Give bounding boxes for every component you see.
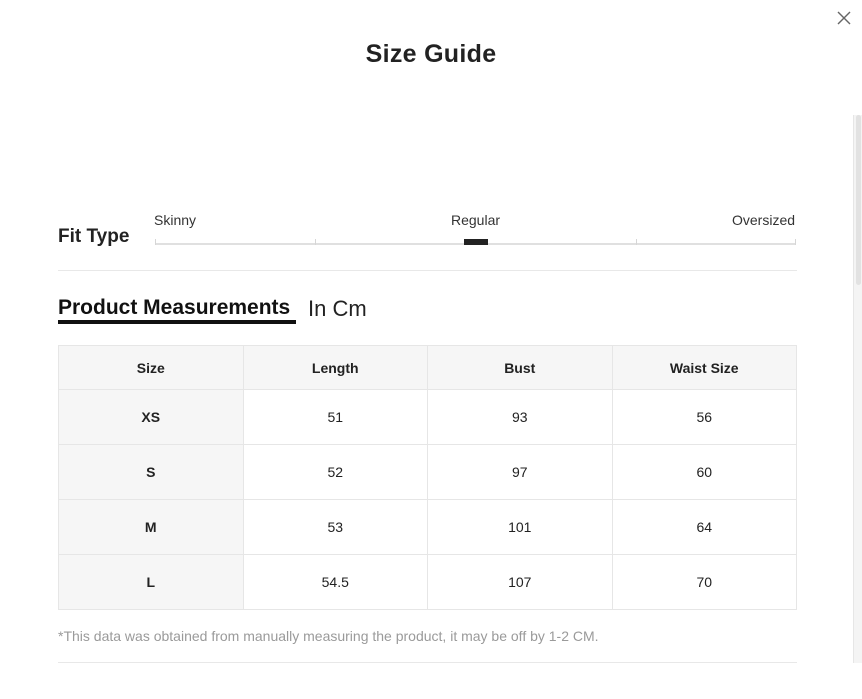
fit-option-regular: Regular: [451, 212, 501, 228]
bust-cell: 93: [427, 389, 613, 445]
divider: [58, 270, 797, 271]
fit-type-label: Fit Type: [58, 226, 130, 247]
fit-scale-tick: [636, 239, 637, 245]
table-header-row: Size Length Bust Waist Size: [58, 345, 797, 390]
fit-option-skinny: Skinny: [154, 212, 197, 228]
waist-cell: 60: [611, 444, 797, 500]
size-cell: M: [58, 499, 244, 555]
length-cell: 53: [242, 499, 428, 555]
fit-scale-tick: [795, 239, 796, 245]
measurement-note: *This data was obtained from manually me…: [58, 628, 599, 644]
header-bust: Bust: [427, 345, 613, 390]
close-button[interactable]: [835, 9, 853, 27]
waist-cell: 64: [611, 499, 797, 555]
bust-cell: 97: [427, 444, 613, 500]
fit-type-indicator: [464, 239, 488, 245]
waist-cell: 70: [611, 554, 797, 610]
size-cell: S: [58, 444, 244, 500]
length-cell: 52: [242, 444, 428, 500]
divider: [58, 662, 797, 663]
fit-scale-tick: [315, 239, 316, 245]
active-tab-underline: [58, 320, 296, 324]
scrollbar[interactable]: [853, 115, 862, 663]
fit-option-oversized: Oversized: [732, 212, 796, 228]
dialog-title: Size Guide: [365, 40, 497, 68]
close-icon: [837, 11, 851, 25]
bust-cell: 107: [427, 554, 613, 610]
size-cell: L: [58, 554, 244, 610]
table-row: XS 51 93 56: [58, 389, 797, 445]
fit-scale-tick: [155, 239, 156, 245]
table-row: S 52 97 60: [58, 444, 797, 500]
bust-cell: 101: [427, 499, 613, 555]
header-size: Size: [58, 345, 244, 390]
size-table: Size Length Bust Waist Size XS 51 93 56 …: [58, 345, 797, 610]
table-row: L 54.5 107 70: [58, 554, 797, 610]
length-cell: 54.5: [242, 554, 428, 610]
header-length: Length: [242, 345, 428, 390]
waist-cell: 56: [611, 389, 797, 445]
table-row: M 53 101 64: [58, 499, 797, 555]
size-cell: XS: [58, 389, 244, 445]
header-waist-size: Waist Size: [611, 345, 797, 390]
length-cell: 51: [242, 389, 428, 445]
unit-label: In Cm: [308, 296, 367, 321]
scrollbar-thumb[interactable]: [856, 115, 861, 285]
tab-product-measurements[interactable]: Product Measurements: [58, 296, 290, 320]
